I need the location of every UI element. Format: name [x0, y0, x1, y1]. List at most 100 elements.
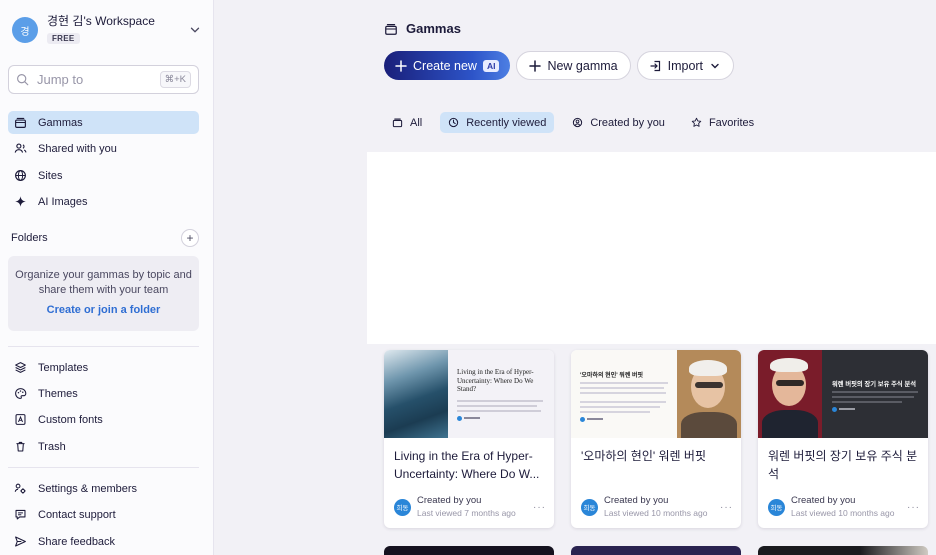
avatar: 희동 — [394, 498, 411, 516]
gamma-card-partial[interactable] — [758, 546, 928, 555]
plus-icon — [395, 59, 407, 72]
divider — [8, 467, 199, 468]
divider — [8, 346, 199, 347]
plus-icon: + — [186, 231, 194, 245]
sidebar-item-label: Settings & members — [38, 482, 138, 495]
create-new-label: Create new — [413, 58, 477, 73]
storm-sea-image — [384, 350, 448, 438]
clock-icon — [449, 117, 459, 128]
card-meta: 희동 Created by you Last viewed 10 months … — [768, 495, 920, 519]
workspace-avatar: 경 — [12, 17, 38, 43]
card-thumbnail: 워렌 버핏의 장기 보유 주식 분석 — [758, 350, 928, 438]
sidebar-item-trash[interactable]: Trash — [8, 435, 199, 458]
card-last-viewed: Last viewed 7 months ago — [417, 508, 516, 518]
sidebar-item-shared[interactable]: Shared with you — [8, 137, 199, 160]
content-placeholder — [367, 152, 936, 344]
card-author: Created by you — [604, 495, 669, 506]
thumb-title: 워렌 버핏의 장기 보유 주식 분석 — [832, 381, 917, 388]
sidebar-item-gammas[interactable]: Gammas — [8, 111, 199, 134]
settings-members-icon — [14, 483, 26, 494]
portrait-image — [758, 350, 822, 438]
sidebar-item-custom-fonts[interactable]: Custom fonts — [8, 408, 199, 431]
folder-stack-icon — [385, 23, 397, 35]
new-gamma-button[interactable]: New gamma — [516, 51, 631, 80]
message-icon — [15, 509, 26, 520]
add-folder-button[interactable]: + — [181, 229, 199, 247]
portrait-image — [677, 350, 741, 438]
sidebar-item-label: Contact support — [38, 508, 116, 521]
gamma-card-partial[interactable] — [571, 546, 741, 555]
sidebar-item-label: Share feedback — [38, 535, 116, 548]
more-options-icon[interactable]: ··· — [720, 502, 733, 513]
sidebar-item-label: AI Images — [38, 195, 88, 208]
sidebar-item-templates[interactable]: Templates — [8, 356, 199, 379]
jump-to-search[interactable]: ⌘+K — [8, 65, 199, 94]
workspace-switcher[interactable]: 경 경현 김's Workspace FREE — [12, 14, 202, 46]
card-thumbnail: Living in the Era of Hyper-Uncertainty: … — [384, 350, 554, 438]
card-title: '오마하의 현인' 워렌 버핏 — [581, 449, 706, 463]
shortcut-hint: ⌘+K — [159, 71, 191, 88]
sidebar-item-themes[interactable]: Themes — [8, 382, 199, 405]
card-meta: 희동 Created by you Last viewed 10 months … — [581, 495, 733, 519]
gamma-card[interactable]: 워렌 버핏의 장기 보유 주식 분석 워렌 버핏의 장기 보유 주식 분석 희동… — [758, 350, 928, 528]
sidebar-item-label: Trash — [38, 440, 66, 453]
sidebar-item-ai-images[interactable]: AI Images — [8, 190, 199, 213]
card-thumbnail: '오마하의 현인' 워렌 버핏 — [571, 350, 741, 438]
more-options-icon[interactable]: ··· — [907, 502, 920, 513]
tab-label: Created by you — [590, 116, 665, 129]
font-icon — [15, 414, 26, 425]
sidebar-item-support[interactable]: Contact support — [8, 503, 199, 526]
page-title: Gammas — [384, 21, 461, 36]
gamma-card[interactable]: Living in the Era of Hyper-Uncertainty: … — [384, 350, 554, 528]
folders-header: Folders + — [11, 229, 199, 247]
tab-recently-viewed[interactable]: Recently viewed — [440, 112, 555, 133]
card-author: Created by you — [791, 495, 856, 506]
ai-badge: AI — [482, 59, 500, 72]
filter-tabs: All Recently viewed Created by you Favor… — [384, 112, 772, 133]
workspace-name: 경현 김's Workspace — [47, 14, 155, 28]
tab-all[interactable]: All — [384, 112, 430, 133]
layers-icon — [15, 362, 26, 373]
sidebar-item-label: Gammas — [38, 116, 83, 129]
card-title: Living in the Era of Hyper-Uncertainty: … — [394, 449, 540, 481]
avatar: 희동 — [768, 498, 785, 516]
gamma-card[interactable]: '오마하의 현인' 워렌 버핏 '오마하의 현인' 워렌 버핏 희동 Creat… — [571, 350, 741, 528]
chevron-down-icon — [711, 63, 719, 68]
gamma-card-partial[interactable] — [384, 546, 554, 555]
plan-badge: FREE — [47, 33, 80, 44]
palette-icon — [15, 388, 27, 399]
tab-created-by-you[interactable]: Created by you — [564, 112, 673, 133]
sidebar-item-feedback[interactable]: Share feedback — [8, 530, 199, 553]
sidebar-item-settings[interactable]: Settings & members — [8, 477, 199, 500]
card-last-viewed: Last viewed 10 months ago — [791, 508, 895, 518]
card-author: Created by you — [417, 495, 482, 506]
trash-icon — [16, 441, 25, 452]
main-content: Gammas Create new AI New gamma Import Al… — [215, 0, 936, 555]
avatar: 희동 — [581, 498, 598, 516]
card-title: 워렌 버핏의 장기 보유 주식 분석 — [768, 449, 918, 481]
create-folder-link[interactable]: Create or join a folder — [8, 304, 199, 316]
new-gamma-label: New gamma — [547, 58, 618, 73]
import-button[interactable]: Import — [636, 51, 735, 80]
folder-stack-icon — [15, 117, 26, 128]
tab-favorites[interactable]: Favorites — [683, 112, 762, 133]
page-title-text: Gammas — [406, 21, 461, 36]
more-options-icon[interactable]: ··· — [533, 502, 546, 513]
create-new-button[interactable]: Create new AI — [384, 51, 511, 80]
sidebar: 경 경현 김's Workspace FREE ⌘+K Gammas Share… — [0, 0, 214, 555]
sidebar-item-sites[interactable]: Sites — [8, 164, 199, 187]
folders-hint: Organize your gammas by topic and share … — [15, 269, 192, 296]
thumb-title: '오마하의 현인' 워렌 버핏 — [580, 373, 644, 379]
thumb-title: Living in the Era of Hyper-Uncertainty: … — [457, 368, 534, 393]
tab-label: Recently viewed — [466, 116, 547, 129]
user-circle-icon — [573, 117, 583, 128]
globe-icon — [15, 170, 26, 181]
folders-title: Folders — [11, 232, 48, 244]
action-bar: Create new AI New gamma Import — [384, 51, 735, 80]
sparkle-icon — [15, 196, 26, 207]
folder-stack-icon — [392, 118, 403, 128]
star-icon — [691, 117, 702, 127]
search-input[interactable] — [37, 72, 160, 87]
sidebar-item-label: Templates — [38, 361, 89, 374]
import-icon — [650, 60, 660, 71]
